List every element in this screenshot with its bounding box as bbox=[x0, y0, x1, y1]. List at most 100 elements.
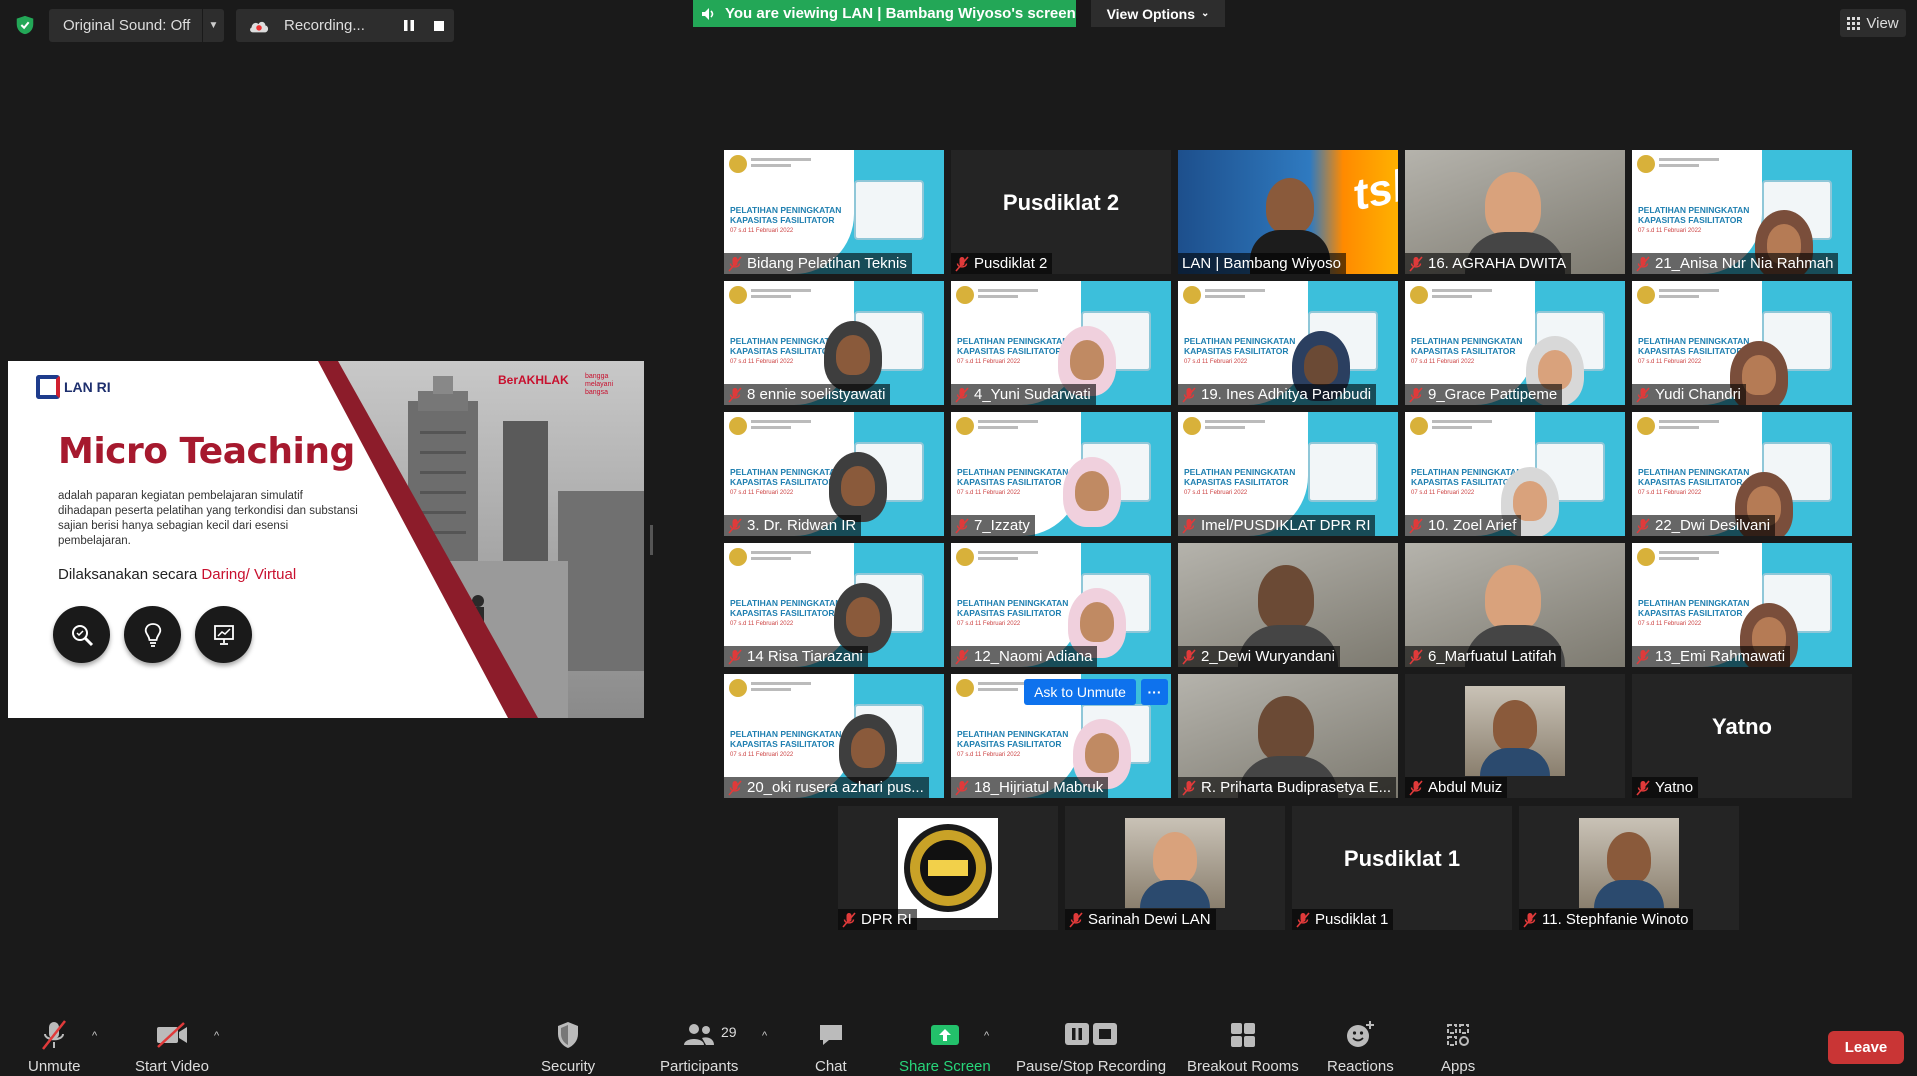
participant-name-label: 12_Naomi Adiana bbox=[951, 646, 1098, 667]
building-photo bbox=[308, 361, 644, 718]
ask-to-unmute-button[interactable]: Ask to Unmute bbox=[1024, 679, 1136, 705]
participant-video bbox=[1125, 818, 1225, 908]
microphone-muted-icon bbox=[1636, 648, 1650, 665]
breakout-rooms-button[interactable]: Breakout Rooms bbox=[1187, 1018, 1299, 1075]
share-screen-button[interactable]: Share Screen bbox=[899, 1018, 991, 1075]
banner-title: PELATIHAN PENINGKATAN KAPASITAS FASILITAT… bbox=[1638, 336, 1750, 356]
pause-stop-recording-button[interactable]: Pause/Stop Recording bbox=[1016, 1018, 1166, 1075]
microphone-muted-icon bbox=[1182, 779, 1196, 796]
view-options-label: View Options bbox=[1106, 5, 1196, 22]
participant-tile[interactable]: PELATIHAN PENINGKATAN KAPASITAS FASILITAT… bbox=[724, 281, 944, 405]
participant-video bbox=[1266, 178, 1314, 234]
leave-button[interactable]: Leave bbox=[1828, 1031, 1904, 1064]
microphone-muted-icon bbox=[728, 255, 742, 272]
grid-icon bbox=[1847, 16, 1861, 30]
chat-button[interactable]: Chat bbox=[815, 1018, 847, 1075]
participant-video bbox=[1485, 172, 1541, 238]
chevron-up-icon[interactable]: ^ bbox=[984, 1030, 989, 1042]
participant-video bbox=[839, 714, 897, 784]
search-icon bbox=[53, 606, 110, 663]
participant-name-label: LAN | Bambang Wiyoso bbox=[1178, 253, 1346, 274]
participants-label: Participants bbox=[660, 1058, 739, 1075]
participant-tile[interactable]: PELATIHAN PENINGKATAN KAPASITAS FASILITAT… bbox=[1632, 150, 1852, 274]
more-options-button[interactable]: ··· bbox=[1141, 679, 1168, 705]
participant-display-name: Yatno bbox=[1712, 714, 1772, 739]
participant-tile[interactable]: 16. AGRAHA DWITA bbox=[1405, 150, 1625, 274]
reactions-button[interactable]: Reactions bbox=[1327, 1018, 1394, 1075]
share-screen-label: Share Screen bbox=[899, 1058, 991, 1075]
microphone-muted-icon bbox=[955, 255, 969, 272]
participant-tile[interactable]: PELATIHAN PENINGKATAN KAPASITAS FASILITAT… bbox=[724, 150, 944, 274]
pause-stop-icon bbox=[1061, 1018, 1121, 1052]
participant-tile[interactable]: 2_Dewi Wuryandani bbox=[1178, 543, 1398, 667]
banner-date: 07 s.d 11 Februari 2022 bbox=[1411, 359, 1475, 365]
microphone-muted-icon bbox=[842, 911, 856, 928]
participant-tile[interactable]: PELATIHAN PENINGKATAN KAPASITAS FASILITAT… bbox=[1405, 412, 1625, 536]
participant-name-label: 4_Yuni Sudarwati bbox=[951, 384, 1096, 405]
participant-tile[interactable]: Yatno Yatno bbox=[1632, 674, 1852, 798]
participant-tile[interactable]: PELATIHAN PENINGKATAN KAPASITAS FASILITAT… bbox=[951, 543, 1171, 667]
banner-date: 07 s.d 11 Februari 2022 bbox=[1638, 490, 1702, 496]
participant-tile[interactable]: Pusdiklat 2 Pusdiklat 2 bbox=[951, 150, 1171, 274]
participant-tile[interactable]: 11. Stephfanie Winoto bbox=[1519, 806, 1739, 930]
participant-tile[interactable]: Sarinah Dewi LAN bbox=[1065, 806, 1285, 930]
microphone-muted-icon bbox=[728, 648, 742, 665]
participant-tile[interactable]: PELATIHAN PENINGKATAN KAPASITAS FASILITAT… bbox=[1632, 412, 1852, 536]
participant-tile[interactable]: PELATIHAN PENINGKATAN KAPASITAS FASILITAT… bbox=[1405, 281, 1625, 405]
participant-name: 13_Emi Rahmawati bbox=[1655, 648, 1786, 665]
original-sound-button[interactable]: Original Sound: Off ▼ bbox=[49, 9, 224, 42]
chevron-up-icon[interactable]: ^ bbox=[92, 1030, 97, 1042]
participant-name: 4_Yuni Sudarwati bbox=[974, 386, 1091, 403]
view-options-button[interactable]: View Options ⌄ bbox=[1091, 0, 1225, 27]
participants-icon bbox=[682, 1018, 716, 1052]
participant-name-label: R. Priharta Budiprasetya E... bbox=[1178, 777, 1397, 798]
participant-tile[interactable]: PELATIHAN PENINGKATAN KAPASITAS FASILITAT… bbox=[1178, 412, 1398, 536]
participant-tile[interactable]: PELATIHAN PENINGKATAN KAPASITAS FASILITAT… bbox=[724, 412, 944, 536]
participant-tile[interactable]: PELATIHAN PENINGKATAN KAPASITAS FASILITAT… bbox=[1632, 281, 1852, 405]
screen-resize-handle[interactable] bbox=[650, 525, 653, 555]
unmute-label: Unmute bbox=[28, 1058, 81, 1075]
microphone-muted-icon bbox=[955, 386, 969, 403]
banner-title: PELATIHAN PENINGKATAN KAPASITAS FASILITAT… bbox=[730, 598, 842, 618]
participant-tile[interactable]: R. Priharta Budiprasetya E... bbox=[1178, 674, 1398, 798]
participant-tile[interactable]: Abdul Muiz bbox=[1405, 674, 1625, 798]
shield-check-icon[interactable] bbox=[14, 14, 36, 36]
security-button[interactable]: Security bbox=[541, 1018, 595, 1075]
participant-name-label: Pusdiklat 1 bbox=[1292, 909, 1394, 930]
participant-tile[interactable]: PELATIHAN PENINGKATAN KAPASITAS FASILITAT… bbox=[951, 412, 1171, 536]
participant-tile[interactable]: Pusdiklat 1 Pusdiklat 1 bbox=[1292, 806, 1512, 930]
start-video-button[interactable]: Start Video bbox=[135, 1018, 209, 1075]
apps-icon bbox=[1444, 1018, 1472, 1052]
unmute-button[interactable]: Unmute bbox=[28, 1018, 81, 1075]
participant-tile[interactable]: PELATIHAN PENINGKATAN KAPASITAS FASILITAT… bbox=[724, 543, 944, 667]
pause-recording-icon[interactable] bbox=[394, 9, 424, 42]
apps-button[interactable]: Apps bbox=[1441, 1018, 1475, 1075]
original-sound-label: Original Sound: Off bbox=[63, 17, 191, 34]
participant-tile[interactable]: PELATIHAN PENINGKATAN KAPASITAS FASILITAT… bbox=[1178, 281, 1398, 405]
participant-tile[interactable]: tsk LAN | Bambang Wiyoso bbox=[1178, 150, 1398, 274]
participant-tile[interactable]: PELATIHAN PENINGKATAN KAPASITAS FASILITAT… bbox=[1632, 543, 1852, 667]
stop-recording-icon[interactable] bbox=[424, 9, 454, 42]
participant-name-label: 6_Marfuatul Latifah bbox=[1405, 646, 1562, 667]
lightbulb-icon bbox=[124, 606, 181, 663]
chevron-up-icon[interactable]: ^ bbox=[214, 1030, 219, 1042]
microphone-muted-icon bbox=[1409, 386, 1423, 403]
participant-name: 18_Hijriatul Mabruk bbox=[974, 779, 1104, 796]
participant-video bbox=[1258, 696, 1314, 762]
participant-tile[interactable]: 6_Marfuatul Latifah bbox=[1405, 543, 1625, 667]
participant-name: Sarinah Dewi LAN bbox=[1088, 911, 1211, 928]
participant-tile[interactable]: PELATIHAN PENINGKATAN KAPASITAS FASILITAT… bbox=[951, 281, 1171, 405]
participant-name-label: 13_Emi Rahmawati bbox=[1632, 646, 1791, 667]
participant-name-label: 18_Hijriatul Mabruk bbox=[951, 777, 1109, 798]
viewing-banner: You are viewing LAN | Bambang Wiyoso's s… bbox=[693, 0, 1076, 27]
chevron-up-icon[interactable]: ^ bbox=[762, 1030, 767, 1042]
shared-screen[interactable]: LAN RI BerAKHLAK bangga melayani bangsa … bbox=[8, 361, 644, 718]
banner-date: 07 s.d 11 Februari 2022 bbox=[730, 490, 794, 496]
view-button[interactable]: View bbox=[1840, 9, 1906, 37]
participant-tile[interactable]: PELATIHAN PENINGKATAN KAPASITAS FASILITAT… bbox=[724, 674, 944, 798]
participant-tile[interactable]: DPR RI bbox=[838, 806, 1058, 930]
zoom-meeting-window: Original Sound: Off ▼ Recording... You a… bbox=[0, 0, 1917, 1076]
chevron-down-icon[interactable]: ▼ bbox=[202, 9, 224, 42]
berakhlak-logo: BerAKHLAK bbox=[498, 373, 569, 387]
participant-name-label: 9_Grace Pattipeme bbox=[1405, 384, 1563, 405]
